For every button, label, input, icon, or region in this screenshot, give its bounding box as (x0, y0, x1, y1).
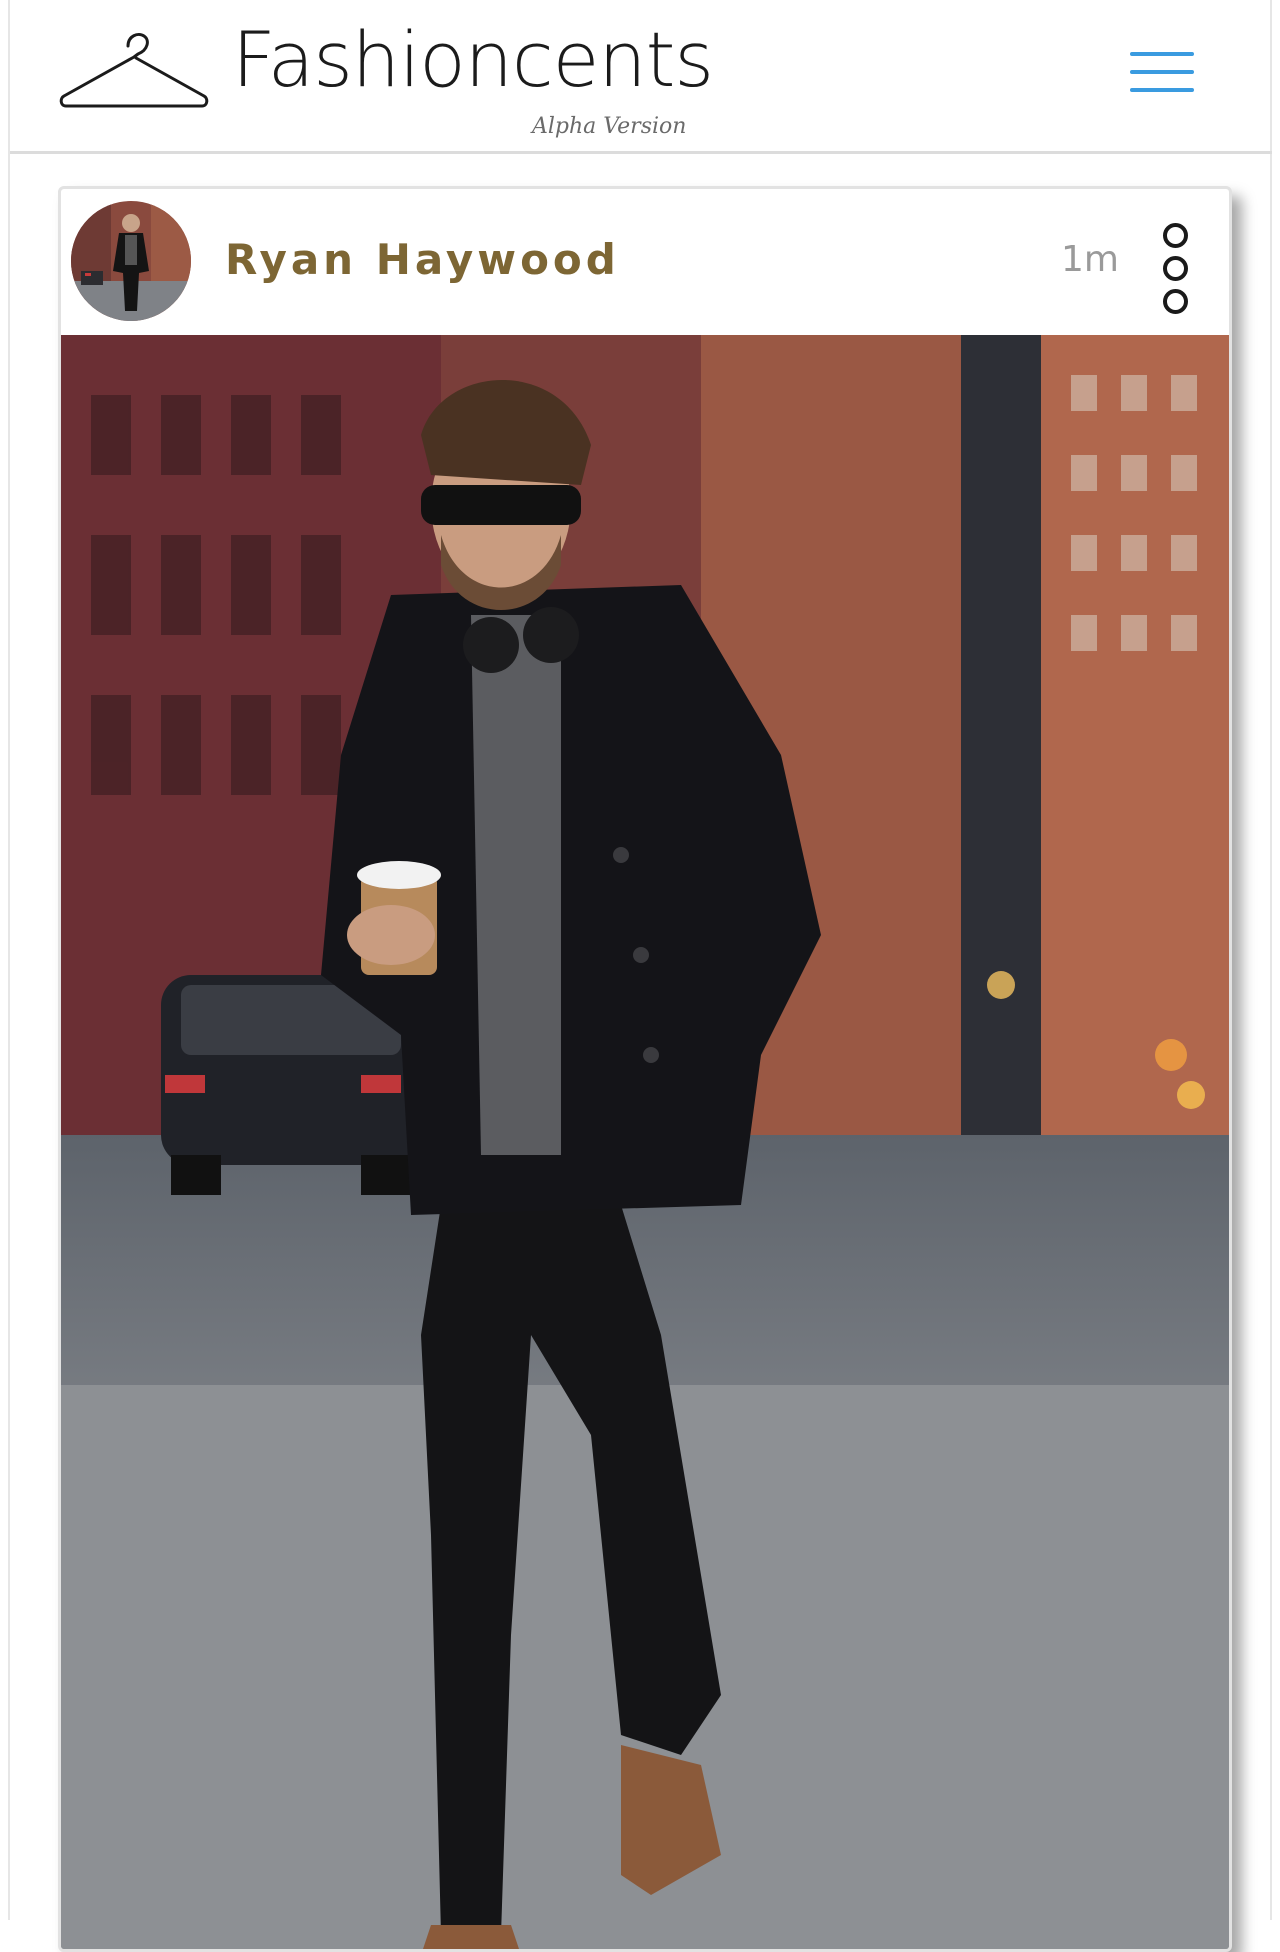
post-card: Ryan Haywood 1m (58, 186, 1232, 1952)
hamburger-menu-icon-bar-2 (1130, 70, 1194, 74)
brand-title[interactable]: Fashioncents (232, 22, 714, 98)
hamburger-menu-icon (1130, 52, 1194, 56)
avatar[interactable] (71, 201, 191, 321)
post-timestamp: 1m (1061, 239, 1119, 280)
avatar-photo (71, 201, 191, 321)
more-options-icon (1163, 223, 1188, 248)
brand-subtitle: Alpha Version (532, 114, 687, 139)
menu-button[interactable] (1124, 46, 1198, 100)
post-photo[interactable] (61, 335, 1229, 1949)
frame-edge-right (1270, 0, 1272, 1920)
hanger-icon (59, 32, 209, 108)
frame-edge-left (8, 0, 10, 1920)
hamburger-menu-icon-bar-3 (1130, 88, 1194, 92)
more-options-button[interactable] (1147, 215, 1203, 319)
post-username[interactable]: Ryan Haywood (225, 235, 620, 284)
more-options-icon-dot-2 (1163, 256, 1188, 281)
post-photo-illustration (61, 335, 1229, 1949)
header-divider (10, 151, 1272, 154)
more-options-icon-dot-3 (1163, 289, 1188, 314)
